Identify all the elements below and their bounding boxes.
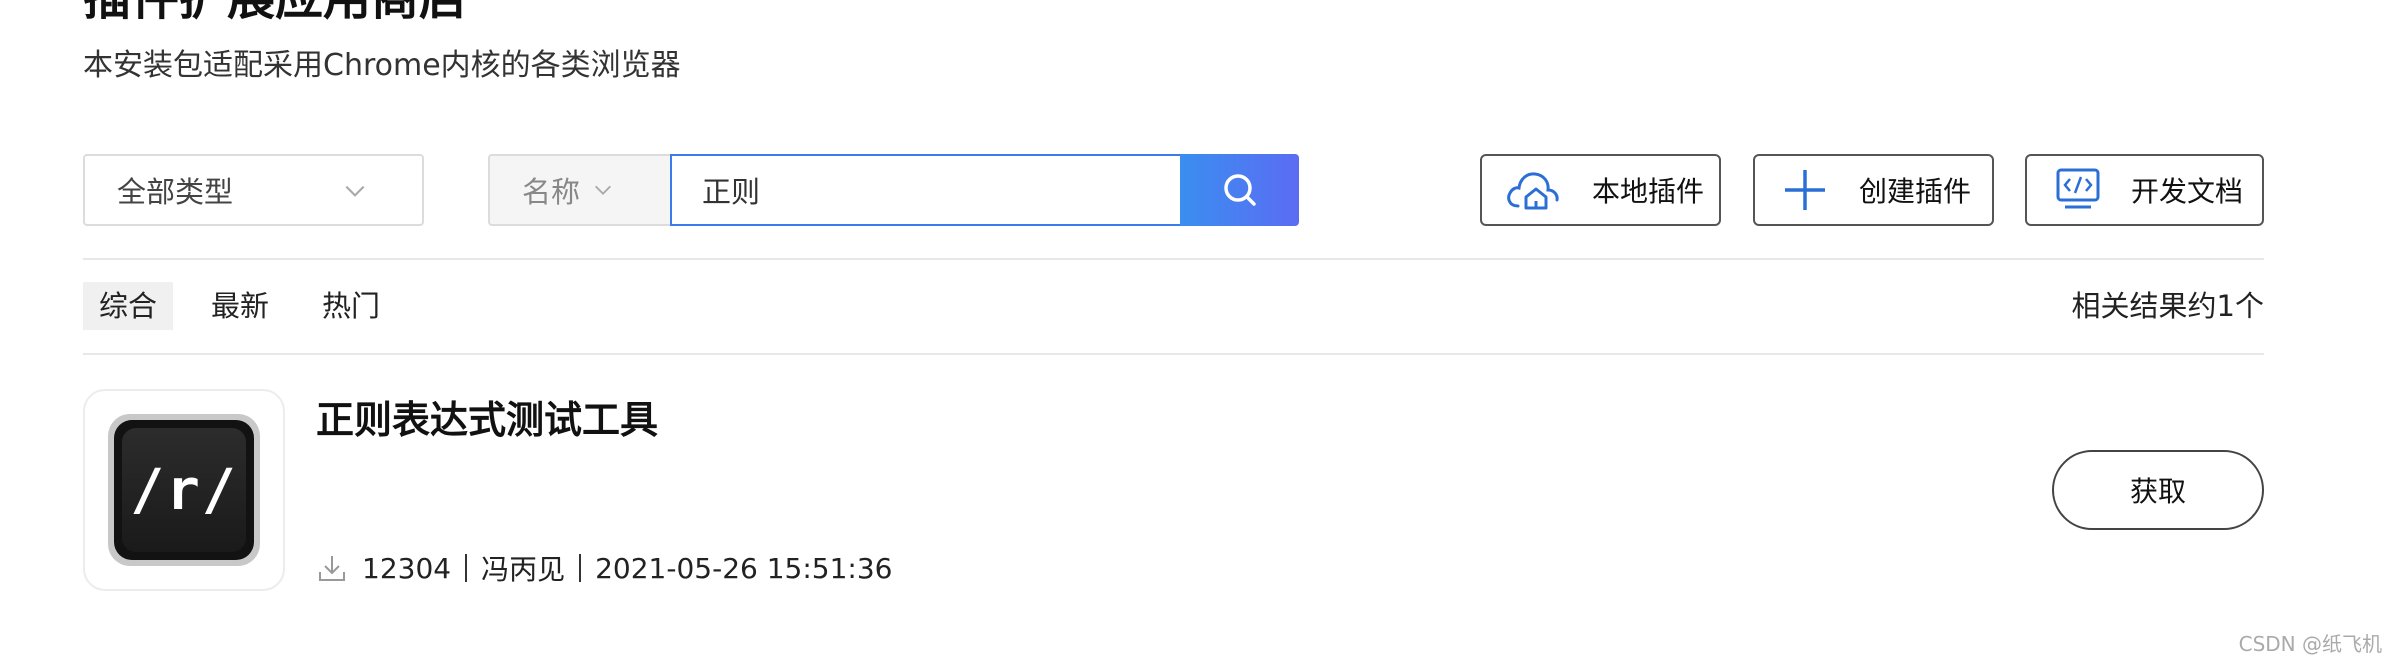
plugin-logo[interactable]: /r/ bbox=[83, 389, 285, 591]
chevron-down-icon bbox=[595, 185, 611, 195]
chevron-down-icon bbox=[345, 185, 365, 197]
divider bbox=[83, 258, 2264, 260]
local-plugins-label: 本地插件 bbox=[1592, 175, 1705, 208]
cloud-home-icon bbox=[1507, 172, 1559, 210]
plugin-logo-core: /r/ bbox=[114, 420, 254, 560]
create-plugin-label: 创建插件 bbox=[1859, 175, 1972, 208]
page-subtitle: 本安装包适配采用Chrome内核的各类浏览器 bbox=[83, 48, 681, 83]
tab-hot[interactable]: 热门 bbox=[322, 282, 380, 330]
get-button[interactable]: 获取 bbox=[2052, 450, 2264, 530]
search-button[interactable] bbox=[1180, 154, 1299, 226]
plugin-date: 2021-05-26 15:51:36 bbox=[595, 551, 893, 585]
tab-latest[interactable]: 最新 bbox=[211, 282, 269, 330]
result-count: 相关结果约1个 bbox=[2071, 289, 2264, 323]
plugin-meta: 12304 冯丙见 2021-05-26 15:51:36 bbox=[316, 550, 892, 586]
plugin-logo-frame: /r/ bbox=[108, 414, 260, 566]
tab-comprehensive[interactable]: 综合 bbox=[83, 282, 174, 330]
dev-docs-button[interactable]: 开发文档 bbox=[2025, 154, 2264, 226]
watermark: CSDN @纸飞机 bbox=[2238, 632, 2382, 656]
divider bbox=[83, 353, 2264, 355]
dev-docs-label: 开发文档 bbox=[2131, 175, 2244, 208]
plugin-logo-text: /r/ bbox=[122, 428, 246, 552]
search-field-select-value: 名称 bbox=[522, 175, 581, 209]
plugin-author: 冯丙见 bbox=[481, 553, 566, 586]
plus-icon bbox=[1785, 170, 1825, 210]
plugin-name[interactable]: 正则表达式测试工具 bbox=[316, 396, 658, 444]
code-monitor-icon bbox=[2056, 168, 2100, 209]
meta-separator bbox=[465, 554, 468, 582]
meta-separator bbox=[579, 554, 582, 582]
type-select[interactable]: 全部类型 bbox=[83, 154, 424, 226]
page-title: 插件扩展应用商店 bbox=[83, 0, 467, 22]
local-plugins-button[interactable]: 本地插件 bbox=[1480, 154, 1721, 226]
search-field-select[interactable]: 名称 bbox=[488, 154, 672, 226]
type-select-value: 全部类型 bbox=[117, 175, 234, 209]
plugin-downloads: 12304 bbox=[362, 551, 452, 585]
download-icon bbox=[319, 556, 345, 581]
search-icon bbox=[1223, 174, 1256, 206]
create-plugin-button[interactable]: 创建插件 bbox=[1753, 154, 1994, 226]
search-input[interactable] bbox=[670, 154, 1181, 226]
